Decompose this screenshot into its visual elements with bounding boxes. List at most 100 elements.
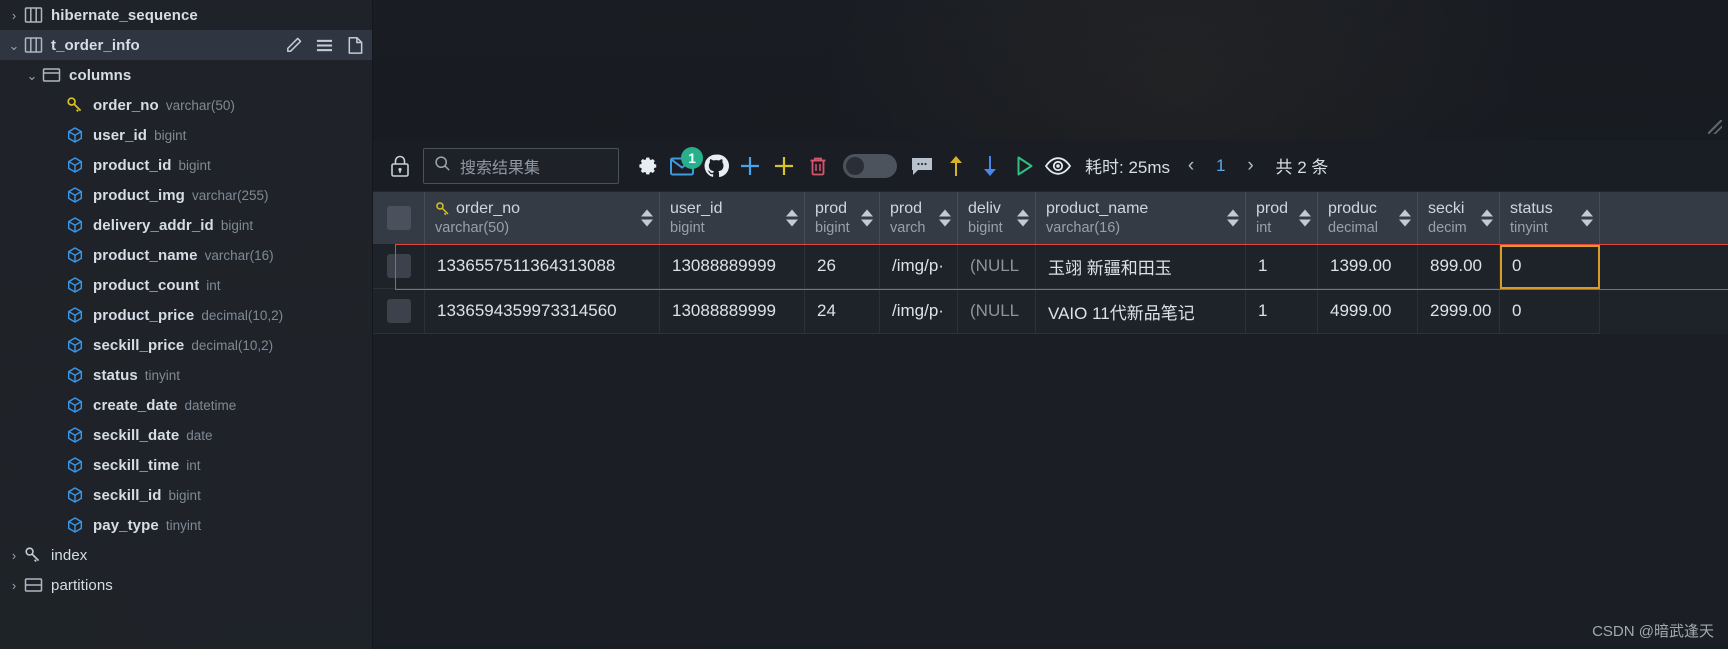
table-cell[interactable]: VAIO 11代新品笔记 xyxy=(1036,289,1246,334)
table-cell[interactable]: 0 xyxy=(1500,289,1600,334)
tree-item-label: seckill_date xyxy=(93,426,180,444)
row-checkbox[interactable] xyxy=(386,254,411,278)
table-cell[interactable]: 2999.00 xyxy=(1418,289,1500,334)
table-row[interactable]: 1336594359973314560 13088889999 24/img/p·(… xyxy=(373,289,1728,334)
chevron-right-icon[interactable]: › xyxy=(6,579,22,592)
sort-toggle-icon[interactable] xyxy=(1227,209,1239,227)
page-number[interactable]: 1 xyxy=(1208,156,1233,176)
panel-resize-handle[interactable] xyxy=(1708,120,1722,134)
sort-toggle-icon[interactable] xyxy=(1399,209,1411,227)
sort-toggle-icon[interactable] xyxy=(1481,209,1493,227)
table-cell[interactable]: 24 xyxy=(805,289,880,334)
select-all-cell[interactable] xyxy=(373,192,425,244)
tree-item-pay-type[interactable]: ›pay_typetinyint xyxy=(0,510,372,540)
table-cell[interactable]: 玉翊 新疆和田玉 xyxy=(1036,244,1246,289)
column-header-3[interactable]: prod varch xyxy=(880,192,958,244)
chevron-right-icon[interactable]: › xyxy=(6,9,22,22)
comment-icon[interactable] xyxy=(905,149,939,183)
gear-icon[interactable] xyxy=(631,149,665,183)
row-select-cell[interactable] xyxy=(373,244,425,289)
sort-toggle-icon[interactable] xyxy=(786,209,798,227)
tree-item-product-price[interactable]: ›product_pricedecimal(10,2) xyxy=(0,300,372,330)
select-all-checkbox[interactable] xyxy=(386,206,411,230)
list-lines-icon[interactable] xyxy=(315,37,334,54)
row-select-cell[interactable] xyxy=(373,289,425,334)
eye-icon[interactable] xyxy=(1041,149,1075,183)
tree-item-product-id[interactable]: ›product_idbigint xyxy=(0,150,372,180)
toggle-switch[interactable] xyxy=(843,153,897,178)
table-cell[interactable]: 1 xyxy=(1246,244,1318,289)
tree-item-order-no[interactable]: ›order_novarchar(50) xyxy=(0,90,372,120)
table-cell[interactable]: 26 xyxy=(805,244,880,289)
tree-item-type: datetime xyxy=(184,397,237,413)
table-cell[interactable]: /img/p· xyxy=(880,244,958,289)
table-cell[interactable]: (NULL xyxy=(958,289,1036,334)
tree-item-seckill-id[interactable]: ›seckill_idbigint xyxy=(0,480,372,510)
plus-blue-icon[interactable] xyxy=(733,149,767,183)
column-header-2[interactable]: prod bigint xyxy=(805,192,880,244)
edit-pencil-icon[interactable] xyxy=(284,36,303,55)
arrow-down-icon[interactable] xyxy=(973,149,1007,183)
tree-item-delivery-addr-id[interactable]: ›delivery_addr_idbigint xyxy=(0,210,372,240)
row-checkbox[interactable] xyxy=(386,299,411,323)
mail-icon[interactable]: 1 xyxy=(665,146,703,183)
tree-item-hibernate-sequence[interactable]: › hibernate_sequence xyxy=(0,0,372,30)
tree-item-seckill-price[interactable]: ›seckill_pricedecimal(10,2) xyxy=(0,330,372,360)
table-cell[interactable]: 1336594359973314560 xyxy=(425,289,660,334)
trash-icon[interactable] xyxy=(801,149,835,183)
chevron-right-icon[interactable]: › xyxy=(6,549,22,562)
table-cell[interactable]: 13088889999 xyxy=(660,244,805,289)
table-cell[interactable]: 1 xyxy=(1246,289,1318,334)
lock-icon[interactable] xyxy=(383,149,417,183)
column-header-0[interactable]: order_no varchar(50) xyxy=(425,192,660,244)
column-icon xyxy=(64,155,86,175)
column-header-1[interactable]: user_id bigint xyxy=(660,192,805,244)
tree-item-columns[interactable]: ⌄ columns xyxy=(0,60,372,90)
tree-item-seckill-time[interactable]: ›seckill_timeint xyxy=(0,450,372,480)
sort-toggle-icon[interactable] xyxy=(861,209,873,227)
search-result-set[interactable]: 搜索结果集 xyxy=(423,147,619,184)
sort-toggle-icon[interactable] xyxy=(641,209,653,227)
table-cell[interactable]: /img/p· xyxy=(880,289,958,334)
chevron-down-icon[interactable]: ⌄ xyxy=(24,69,40,82)
column-header-6[interactable]: prod int xyxy=(1246,192,1318,244)
table-cell[interactable]: (NULL xyxy=(958,244,1036,289)
column-header-9[interactable]: status tinyint xyxy=(1500,192,1600,244)
column-header-8[interactable]: secki decim xyxy=(1418,192,1500,244)
sort-toggle-icon[interactable] xyxy=(1017,209,1029,227)
tree-item-status[interactable]: ›statustinyint xyxy=(0,360,372,390)
arrow-up-icon[interactable] xyxy=(939,149,973,183)
tree-item-user-id[interactable]: ›user_idbigint xyxy=(0,120,372,150)
search-input-placeholder[interactable]: 搜索结果集 xyxy=(460,154,540,178)
table-row[interactable]: 1336557511364313088 13088889999 26/img/p·(… xyxy=(373,244,1728,289)
play-icon[interactable] xyxy=(1007,149,1041,183)
new-file-icon[interactable] xyxy=(346,36,364,55)
tree-item-index[interactable]: › index xyxy=(0,540,372,570)
table-cell[interactable]: 899.00 xyxy=(1418,244,1500,289)
tree-item-seckill-date[interactable]: ›seckill_datedate xyxy=(0,420,372,450)
tree-item-partitions[interactable]: › partitions xyxy=(0,570,372,600)
column-header-type: decimal xyxy=(1328,220,1378,236)
column-header-7[interactable]: produc decimal xyxy=(1318,192,1418,244)
tree-item-label: order_no xyxy=(93,96,159,114)
tree-item-t-order-info[interactable]: ⌄ t_order_info xyxy=(0,30,372,60)
sort-toggle-icon[interactable] xyxy=(1299,209,1311,227)
column-header-5[interactable]: product_name varchar(16) xyxy=(1036,192,1246,244)
next-page-button[interactable]: › xyxy=(1236,151,1266,181)
table-cell[interactable]: 1399.00 xyxy=(1318,244,1418,289)
table-cell[interactable]: 1336557511364313088 xyxy=(425,244,660,289)
tree-item-create-date[interactable]: ›create_datedatetime xyxy=(0,390,372,420)
prev-page-button[interactable]: ‹ xyxy=(1176,151,1206,181)
table-cell[interactable]: 4999.00 xyxy=(1318,289,1418,334)
sort-toggle-icon[interactable] xyxy=(939,209,951,227)
tree-item-product-img[interactable]: ›product_imgvarchar(255) xyxy=(0,180,372,210)
github-icon[interactable] xyxy=(699,149,733,183)
column-header-4[interactable]: deliv bigint xyxy=(958,192,1036,244)
sort-toggle-icon[interactable] xyxy=(1581,209,1593,227)
table-cell[interactable]: 0 xyxy=(1500,244,1600,289)
tree-item-product-count[interactable]: ›product_countint xyxy=(0,270,372,300)
tree-item-product-name[interactable]: ›product_namevarchar(16) xyxy=(0,240,372,270)
table-cell[interactable]: 13088889999 xyxy=(660,289,805,334)
chevron-down-icon[interactable]: ⌄ xyxy=(6,39,22,52)
plus-yellow-icon[interactable] xyxy=(767,149,801,183)
